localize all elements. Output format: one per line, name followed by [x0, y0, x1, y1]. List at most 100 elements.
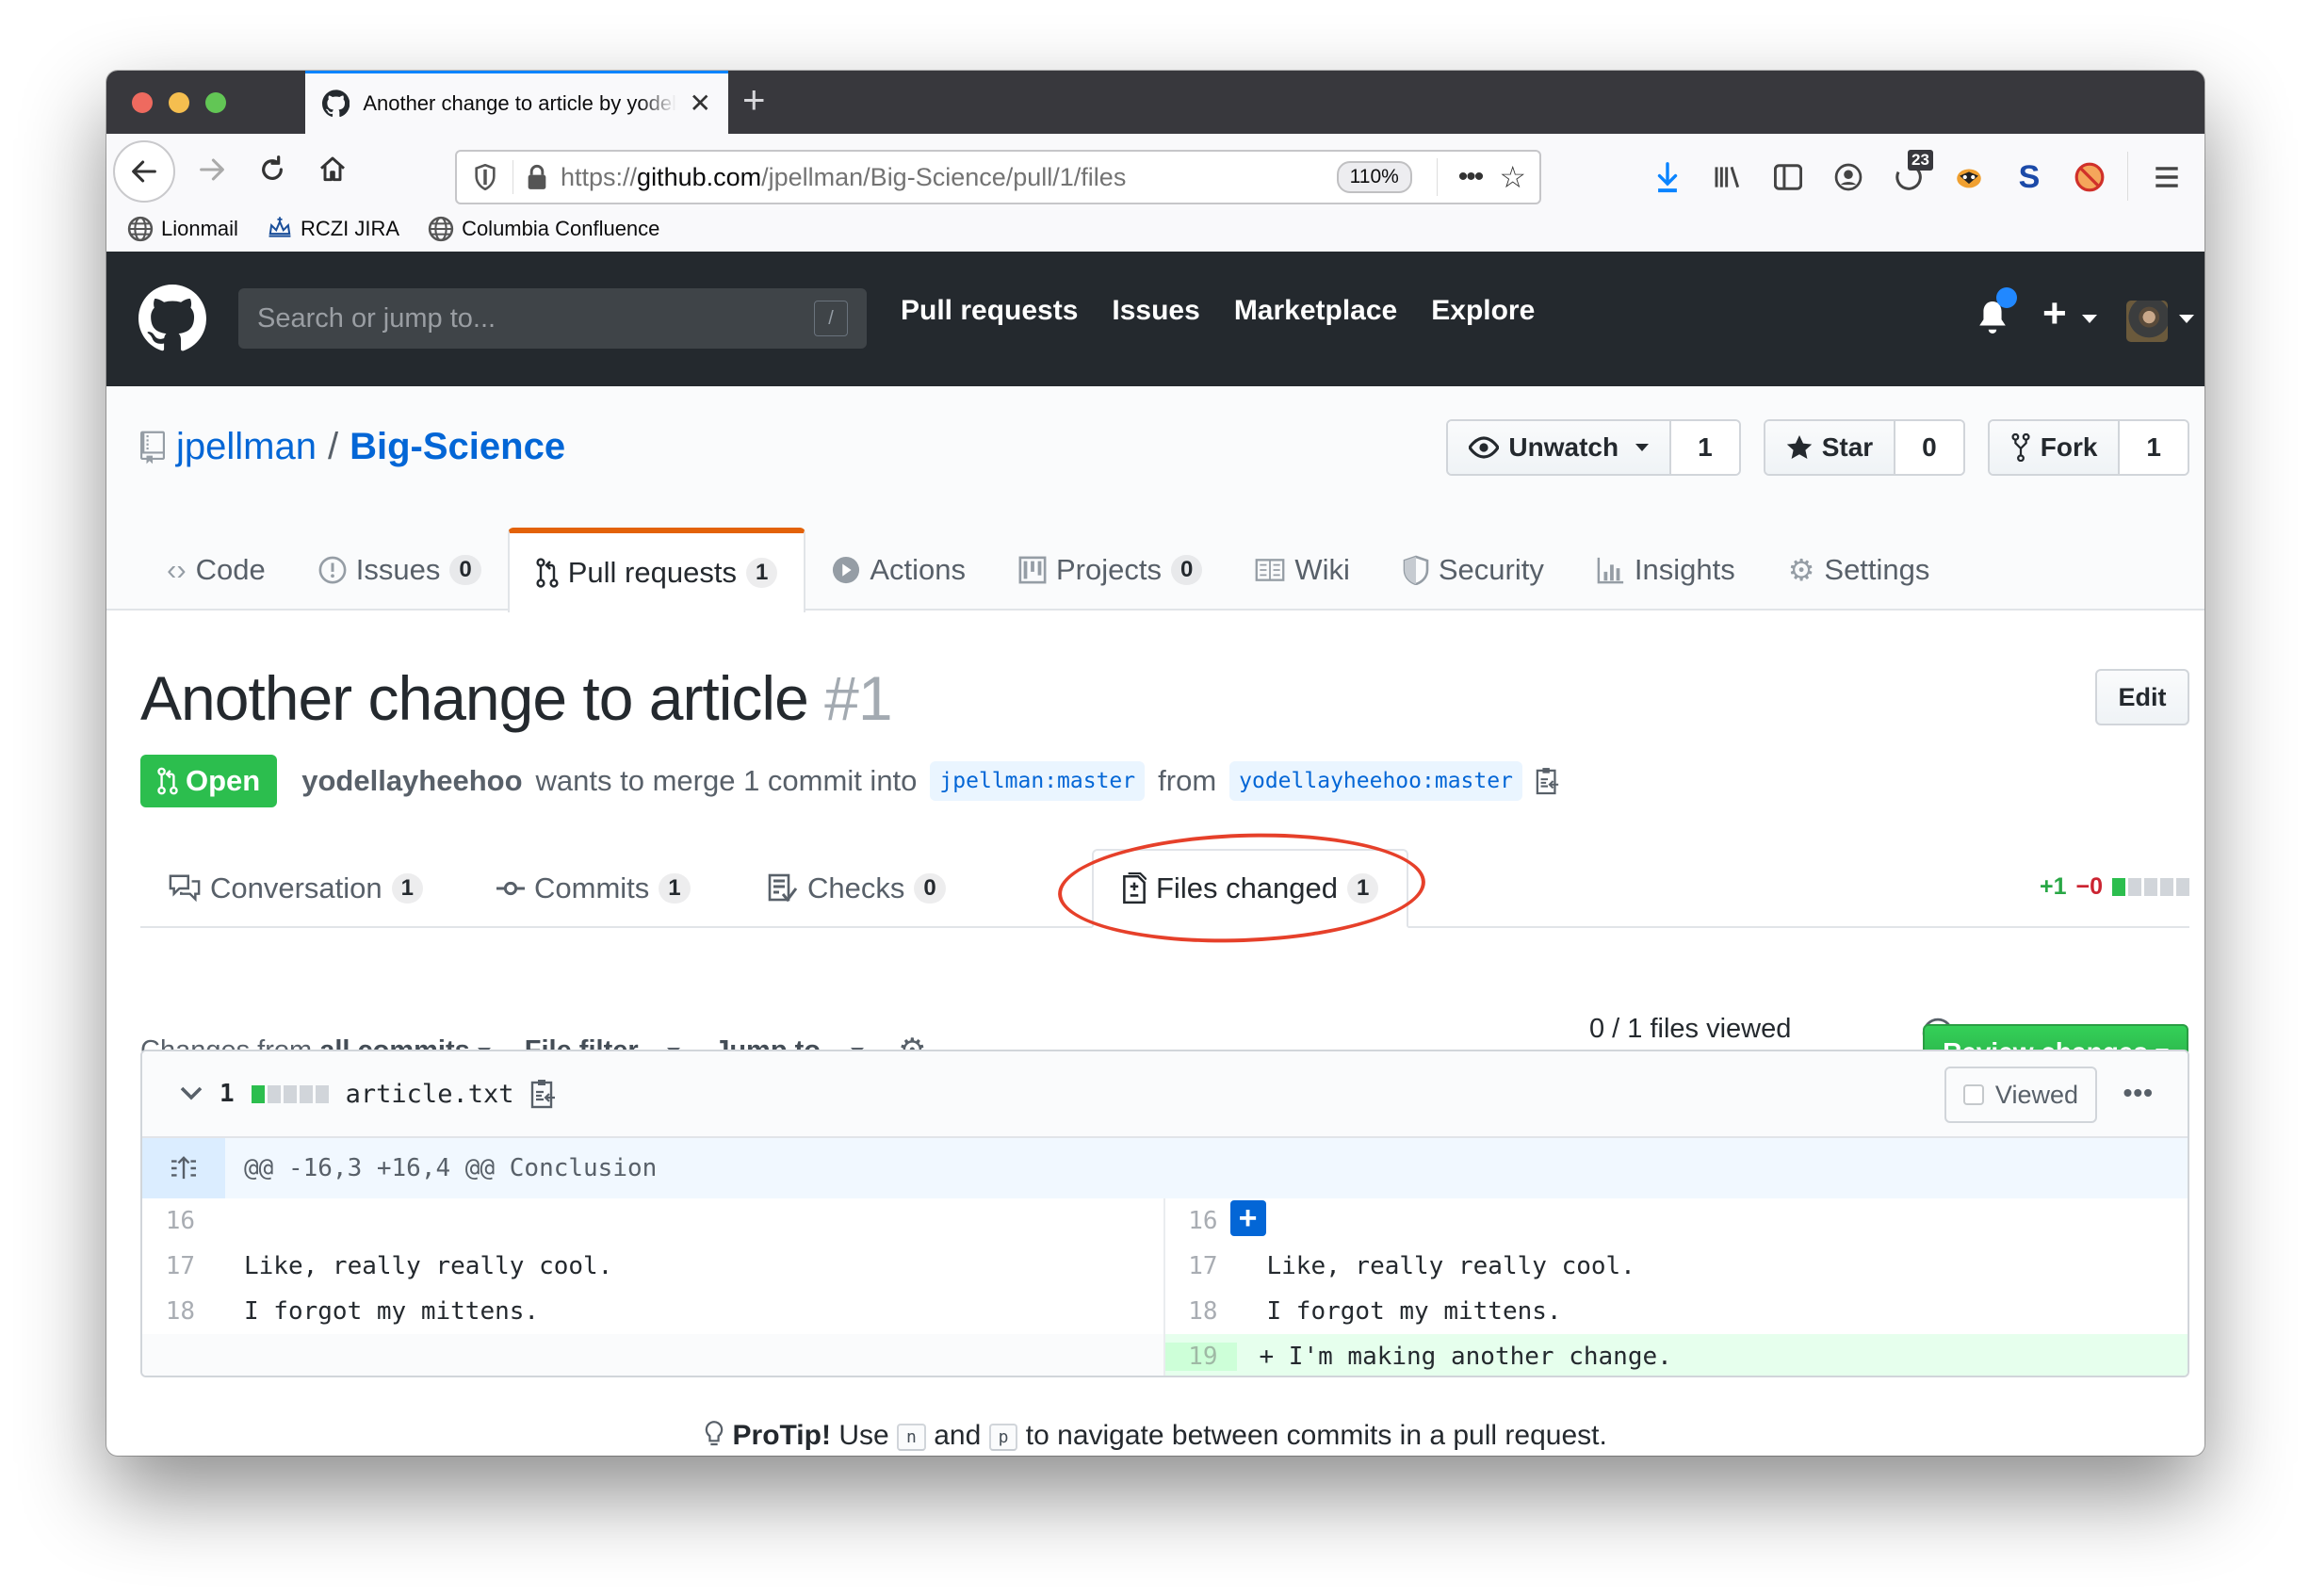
url-bar[interactable]: https://github.com/jpellman/Big-Science/…: [455, 150, 1541, 204]
viewed-checkbox[interactable]: [1962, 1084, 1984, 1105]
pr-tabs: Conversation 1 Commits 1 Checks 0 Files …: [140, 845, 2189, 928]
watchers-count[interactable]: 1: [1671, 421, 1739, 474]
blocker-icon[interactable]: [2070, 157, 2109, 197]
fork-button[interactable]: Fork: [1989, 421, 2121, 474]
line-number[interactable]: 17: [1165, 1252, 1237, 1280]
pr-tab-commits[interactable]: Commits 1: [468, 849, 719, 928]
search-input[interactable]: Search or jump to... /: [238, 288, 867, 349]
github-logo-icon[interactable]: [138, 285, 206, 352]
file-actions-kebab-icon[interactable]: •••: [2123, 1078, 2154, 1108]
repo-tab-label: Wiki: [1294, 553, 1350, 586]
user-menu-caret-icon[interactable]: [2179, 315, 2194, 323]
add-line-comment-button[interactable]: +: [1229, 1200, 1266, 1236]
head-ref[interactable]: yodellayheehoo:master: [1229, 761, 1522, 801]
copy-branch-icon[interactable]: [1536, 766, 1560, 796]
home-button[interactable]: [308, 145, 357, 194]
create-caret-icon[interactable]: [2082, 315, 2097, 323]
line-number[interactable]: 16: [1165, 1207, 1237, 1235]
viewed-checkbox-button[interactable]: Viewed: [1944, 1067, 2097, 1123]
edit-title-button[interactable]: Edit: [2095, 669, 2189, 725]
fork-label: Fork: [2040, 432, 2098, 462]
sidebar-icon[interactable]: [1768, 157, 1808, 197]
line-number[interactable]: 18: [1165, 1297, 1237, 1326]
unread-notification-dot: [1996, 287, 2017, 308]
bookmark-columbia-confluence[interactable]: Columbia Confluence: [428, 216, 659, 242]
nav-pull-requests[interactable]: Pull requests: [901, 295, 1078, 327]
bookmark-star-icon[interactable]: ☆: [1499, 159, 1526, 195]
account-icon[interactable]: [1829, 157, 1868, 197]
home-icon: [320, 156, 345, 182]
line-code: I forgot my mittens.: [1266, 1297, 1562, 1326]
unwatch-button[interactable]: Unwatch: [1448, 421, 1672, 474]
expand-hunk-icon[interactable]: [142, 1138, 225, 1198]
minimize-window-button[interactable]: [169, 92, 189, 113]
diff-line[interactable]: 18 I forgot my mittens.: [1165, 1289, 2188, 1334]
badger-icon[interactable]: [1949, 157, 1989, 197]
new-tab-button[interactable]: +: [742, 80, 766, 120]
file-name-link[interactable]: article.txt: [346, 1080, 514, 1109]
repo-tab-projects[interactable]: Projects 0: [992, 529, 1228, 611]
repo-tab-issues[interactable]: Issues 0: [292, 529, 508, 611]
forward-button[interactable]: [187, 145, 236, 194]
stars-count[interactable]: 0: [1895, 421, 1963, 474]
diff-line-addition[interactable]: 19 + I'm making another change.: [1164, 1334, 2188, 1376]
maximize-window-button[interactable]: [205, 92, 226, 113]
repo-tab-settings[interactable]: ⚙ Settings: [1762, 529, 1957, 611]
line-number[interactable]: 17: [142, 1252, 214, 1280]
line-number[interactable]: 19: [1164, 1343, 1237, 1371]
forks-count[interactable]: 1: [2120, 421, 2188, 474]
star-button[interactable]: Star: [1765, 421, 1896, 474]
chevron-down-icon[interactable]: [180, 1086, 203, 1101]
diff-line[interactable]: 17 Like, really really cool.: [1165, 1244, 2188, 1289]
close-tab-icon[interactable]: ✕: [690, 90, 711, 117]
zoom-level-button[interactable]: 110%: [1336, 161, 1412, 193]
nav-issues[interactable]: Issues: [1112, 295, 1199, 327]
repo-tab-security[interactable]: Security: [1376, 529, 1570, 611]
line-number[interactable]: 18: [142, 1297, 214, 1326]
close-window-button[interactable]: [132, 92, 153, 113]
repo-name-link[interactable]: Big-Science: [350, 426, 565, 468]
pr-tab-checks[interactable]: Checks 0: [740, 849, 974, 928]
repo-owner-link[interactable]: jpellman: [176, 426, 317, 468]
reload-button[interactable]: [248, 145, 297, 194]
nav-explore[interactable]: Explore: [1431, 295, 1535, 327]
crown-icon: [268, 217, 291, 237]
create-new-button[interactable]: +: [2042, 293, 2067, 334]
repo-tab-pull-requests[interactable]: Pull requests 1: [507, 528, 806, 612]
split-diff: 16 17 Like, really really cool. 18 I forgo…: [142, 1198, 2188, 1376]
url-path: /jpellman/Big-Science/pull/1/files: [761, 162, 1127, 191]
diff-line[interactable]: 16: [1165, 1198, 2188, 1244]
base-ref[interactable]: jpellman:master: [930, 761, 1146, 801]
lock-icon[interactable]: [513, 164, 561, 190]
nav-marketplace[interactable]: Marketplace: [1234, 295, 1397, 327]
page-actions-icon[interactable]: •••: [1458, 161, 1484, 193]
user-avatar[interactable]: [2126, 301, 2168, 342]
pr-tab-files-changed[interactable]: Files changed 1: [1092, 849, 1409, 928]
diff-line[interactable]: 17 Like, really really cool.: [142, 1244, 1163, 1289]
bookmark-rczi-jira[interactable]: RCZI JIRA: [267, 217, 399, 241]
diff-line[interactable]: 16: [142, 1198, 1163, 1244]
copy-path-icon[interactable]: [530, 1078, 557, 1110]
url-text[interactable]: https://github.com/jpellman/Big-Science/…: [561, 163, 1337, 192]
repo-tab-wiki[interactable]: Wiki: [1228, 529, 1376, 611]
s-extension-icon[interactable]: S: [2009, 157, 2049, 197]
menu-icon[interactable]: [2147, 157, 2187, 197]
download-icon[interactable]: [1648, 157, 1687, 197]
pr-author-link[interactable]: yodellayheehoo: [301, 764, 522, 798]
tracking-protection-icon[interactable]: [457, 160, 513, 194]
protip-text: Use: [838, 1420, 889, 1451]
repo-tab-actions[interactable]: Actions: [805, 529, 992, 611]
browser-tab[interactable]: Another change to article by yodellayhee…: [305, 71, 728, 134]
repo-tab-insights[interactable]: Insights: [1570, 529, 1762, 611]
library-icon[interactable]: [1708, 157, 1748, 197]
code-icon: ‹›: [167, 553, 187, 586]
pr-tab-label: Files changed: [1156, 871, 1339, 904]
repo-tab-code[interactable]: ‹› Code: [140, 529, 292, 611]
line-number[interactable]: 16: [142, 1207, 214, 1235]
bookmarks-toolbar: Lionmail RCZI JIRA Columbia Confluence: [106, 206, 2204, 252]
bookmark-lionmail[interactable]: Lionmail: [127, 216, 238, 242]
back-button[interactable]: [113, 140, 175, 203]
pr-tab-conversation[interactable]: Conversation 1: [140, 849, 451, 928]
diff-line[interactable]: 18 I forgot my mittens.: [142, 1289, 1163, 1334]
pull-request-icon: [157, 767, 178, 795]
